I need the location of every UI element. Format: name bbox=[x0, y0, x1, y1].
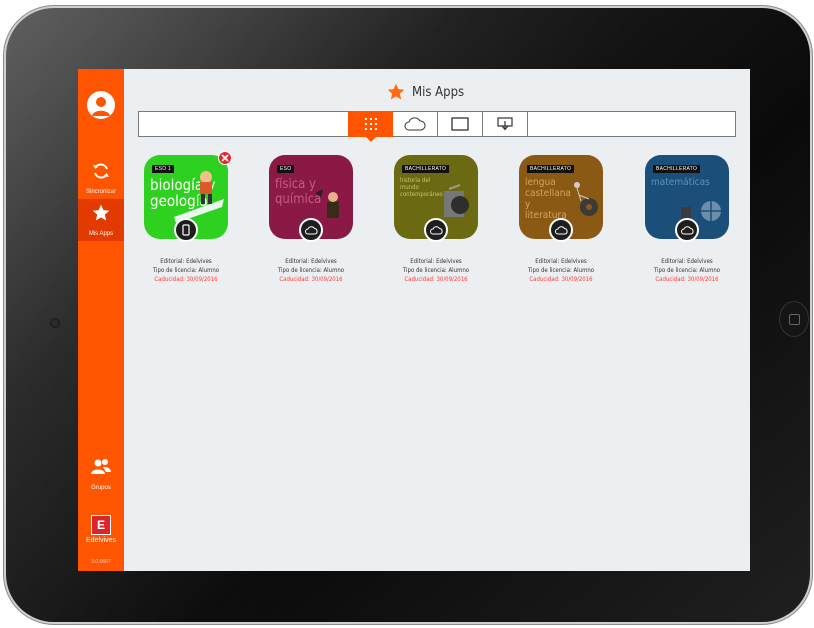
app-editorial: Editorial: Edelvives bbox=[535, 258, 587, 265]
app-expiry: Caducidad: 30/09/2016 bbox=[404, 276, 468, 283]
app-editorial: Editorial: Edelvives bbox=[661, 258, 713, 265]
download-icon bbox=[497, 117, 513, 131]
group-icon bbox=[91, 459, 111, 474]
app-meta: Editorial: Edelvives Tipo de licencia: A… bbox=[131, 257, 241, 284]
page-title-text: Mis Apps bbox=[412, 84, 465, 100]
app-tile[interactable]: BACHILLERATO lengua castellana y literat… bbox=[519, 155, 603, 242]
status-badge[interactable] bbox=[424, 218, 448, 242]
sidebar-item-label: Sincronizar bbox=[85, 189, 116, 195]
sidebar-item-grupos[interactable]: Grupos bbox=[78, 457, 124, 497]
grid-view-button[interactable] bbox=[348, 111, 393, 142]
delete-button[interactable] bbox=[218, 151, 232, 165]
sidebar-item-label: Edelvives bbox=[86, 537, 116, 544]
user-icon bbox=[92, 97, 110, 116]
app-license: Tipo de licencia: Alumno bbox=[152, 267, 220, 274]
app-meta: Editorial: Edelvives Tipo de licencia: A… bbox=[506, 257, 616, 284]
app-expiry: Caducidad: 30/09/2016 bbox=[529, 276, 593, 283]
cloud-view-button[interactable] bbox=[393, 111, 438, 137]
app-card[interactable]: BACHILLERATO historia del mundo contempo… bbox=[381, 155, 491, 284]
cloud-icon bbox=[304, 225, 318, 234]
app-meta: Editorial: Edelvives Tipo de licencia: A… bbox=[256, 257, 366, 284]
app-meta: Editorial: Edelvives Tipo de licencia: A… bbox=[381, 257, 491, 284]
app-expiry: Caducidad: 30/09/2016 bbox=[154, 276, 218, 283]
app-card[interactable]: BACHILLERATO matemáticas Editorial: Edel… bbox=[632, 155, 742, 284]
sidebar-item-edelvives[interactable]: E Edelvives bbox=[78, 515, 124, 555]
status-badge[interactable] bbox=[675, 218, 699, 242]
app-tile[interactable]: ESO 1 biología y geología bbox=[144, 151, 232, 242]
camera-icon bbox=[50, 318, 60, 328]
app-license: Tipo de licencia: Alumno bbox=[527, 267, 595, 274]
app-editorial: Editorial: Edelvives bbox=[285, 258, 337, 265]
grid-icon bbox=[364, 118, 377, 130]
status-badge[interactable] bbox=[174, 218, 198, 242]
sync-icon bbox=[93, 163, 109, 179]
view-switcher bbox=[348, 111, 528, 142]
version-label: 3.0.0667 bbox=[91, 559, 111, 565]
app-meta: Editorial: Edelvives Tipo de licencia: A… bbox=[632, 257, 742, 284]
app-editorial: Editorial: Edelvives bbox=[410, 258, 462, 265]
app-tile[interactable]: BACHILLERATO historia del mundo contempo… bbox=[394, 155, 478, 242]
cloud-icon bbox=[554, 225, 568, 234]
app-card[interactable]: ESO física y química Editorial: Edelvive… bbox=[256, 155, 366, 284]
star-icon bbox=[387, 83, 405, 100]
cloud-icon bbox=[429, 225, 443, 234]
app-tile[interactable]: ESO física y química bbox=[269, 155, 353, 242]
tablet-icon bbox=[182, 224, 190, 236]
home-button[interactable] bbox=[779, 301, 809, 337]
sidebar-item-label: Mis Apps bbox=[88, 231, 114, 237]
app-expiry: Caducidad: 30/09/2016 bbox=[655, 276, 719, 283]
view-toolbar bbox=[138, 111, 736, 142]
cloud-icon bbox=[680, 225, 694, 234]
app-screen: Sincronizar Mis Apps Grupos E Edelvives … bbox=[78, 69, 750, 571]
status-badge[interactable] bbox=[549, 218, 573, 242]
sidebar: Sincronizar Mis Apps Grupos E Edelvives … bbox=[78, 69, 124, 571]
sidebar-item-mis-apps[interactable]: Mis Apps bbox=[78, 199, 124, 241]
download-view-button[interactable] bbox=[483, 111, 528, 137]
status-badge[interactable] bbox=[299, 218, 323, 242]
sidebar-item-sync[interactable]: Sincronizar bbox=[78, 159, 124, 199]
app-expiry: Caducidad: 30/09/2016 bbox=[279, 276, 343, 283]
app-card[interactable]: BACHILLERATO lengua castellana y literat… bbox=[506, 155, 616, 284]
device-view-button[interactable] bbox=[438, 111, 483, 137]
tablet-icon bbox=[451, 117, 469, 131]
app-tile[interactable]: BACHILLERATO matemáticas bbox=[645, 155, 729, 242]
app-license: Tipo de licencia: Alumno bbox=[277, 267, 345, 274]
app-license: Tipo de licencia: Alumno bbox=[653, 267, 721, 274]
cloud-icon bbox=[404, 117, 426, 131]
close-icon bbox=[221, 154, 229, 162]
app-license: Tipo de licencia: Alumno bbox=[402, 267, 470, 274]
page-title: Mis Apps bbox=[386, 81, 464, 103]
edelvives-logo-icon: E bbox=[91, 515, 111, 535]
app-card[interactable]: ESO 1 biología y geología Editorial: Ede… bbox=[131, 151, 241, 284]
sidebar-item-label: Grupos bbox=[91, 485, 111, 491]
star-icon bbox=[92, 204, 110, 221]
app-editorial: Editorial: Edelvives bbox=[160, 258, 212, 265]
profile-avatar[interactable] bbox=[87, 91, 115, 119]
